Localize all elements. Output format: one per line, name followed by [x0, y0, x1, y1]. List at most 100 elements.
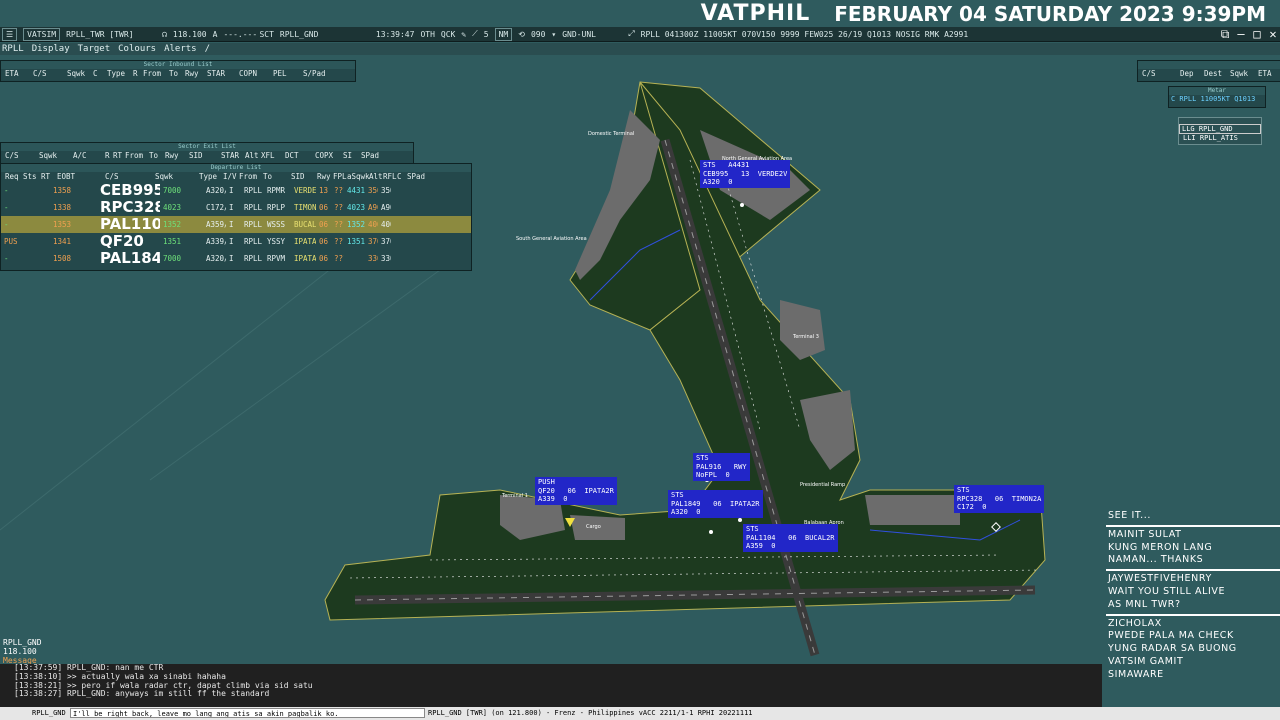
list-title[interactable]: Departure List	[1, 164, 471, 172]
cell-req[interactable]: PUSH	[1, 233, 18, 250]
cell-sts[interactable]	[18, 250, 35, 267]
col[interactable]: From	[235, 172, 259, 182]
cell-iv[interactable]: I	[226, 216, 241, 233]
ruler-icon[interactable]: ⟋	[472, 29, 478, 39]
col[interactable]: C	[89, 69, 103, 79]
col[interactable]: Rwy	[161, 151, 185, 161]
col[interactable]: EOBT	[53, 172, 101, 182]
vatsim-icon[interactable]: VATSIM	[23, 27, 61, 41]
cell-to[interactable]: RPLP	[264, 199, 291, 216]
col[interactable]: C/S	[1138, 69, 1176, 79]
window-icon[interactable]: ⧉	[1218, 28, 1232, 40]
col[interactable]: SID	[185, 151, 217, 161]
cell-req[interactable]: -	[1, 182, 18, 199]
col[interactable]: A/C	[69, 151, 101, 161]
departure-row[interactable]: -1353PAL11041352A359/HIRPLLWSSSBUCAL2R06…	[1, 216, 471, 233]
col[interactable]: SPad	[357, 151, 385, 161]
arrival-list[interactable]: C/S Dep Dest Sqwk ETA	[1137, 60, 1280, 82]
range-display[interactable]: 5	[484, 30, 489, 39]
col[interactable]: RFL	[379, 172, 397, 182]
departure-row[interactable]: - 1508PAL18497000A320/MIRPLLRPVMIPATA2R06…	[1, 250, 471, 267]
cell-eobt[interactable]: 1508	[50, 250, 97, 267]
cell-from[interactable]: RPLL	[241, 216, 264, 233]
col[interactable]: Dep	[1176, 69, 1200, 79]
cell-asqwk[interactable]: 4431	[344, 182, 365, 199]
sct-icon[interactable]: SCT	[259, 30, 273, 39]
col[interactable]: Type	[103, 69, 129, 79]
cell-req[interactable]: -	[1, 216, 18, 233]
col[interactable]: Sqwk	[63, 69, 89, 79]
col[interactable]: SI	[339, 151, 357, 161]
sct-position[interactable]: RPLL_GND	[280, 30, 370, 39]
col[interactable]: SID	[287, 172, 313, 182]
cell-blank[interactable]	[400, 216, 423, 233]
tag-pal1104[interactable]: STS PAL1104 06 BUCAL2R A359 0	[743, 524, 838, 552]
cell-asqwk[interactable]: 1352	[344, 216, 365, 233]
pencil-icon[interactable]: ✎	[461, 30, 466, 39]
atis-line-gnd[interactable]: LLG RPLL_GND	[1179, 124, 1261, 134]
departure-row[interactable]: -1338RPC3284023C172/LIRPLLRPLPTIMON2A06?…	[1, 199, 471, 216]
cell-sid[interactable]: VERDE2V	[291, 182, 316, 199]
cell-sid[interactable]: TIMON2A	[291, 199, 316, 216]
cell-sid[interactable]: IPATA2R	[291, 250, 316, 267]
departure-row[interactable]: - 1358CEB9957000A320/MIRPLLRPMRVERDE2V13?…	[1, 182, 471, 199]
cell-fpl[interactable]: ???	[331, 233, 344, 250]
atis-line-atis[interactable]: LLI RPLL_ATIS	[1179, 134, 1261, 142]
expand-icon[interactable]: ⤢	[628, 29, 634, 39]
aircraft-symbol[interactable]	[738, 518, 742, 522]
cell-iv[interactable]: I	[226, 250, 241, 267]
cell-rwy[interactable]: 13	[316, 182, 331, 199]
cell-sts[interactable]	[18, 182, 35, 199]
cell-cs[interactable]: PAL1849	[97, 250, 160, 267]
col[interactable]: R	[129, 69, 139, 79]
col[interactable]: Alt	[365, 172, 383, 182]
cell-blank[interactable]	[391, 233, 400, 250]
col[interactable]: Alt	[241, 151, 259, 161]
cell-rfl[interactable]: 370	[378, 233, 391, 250]
col[interactable]: STAR	[203, 69, 235, 79]
heading-display[interactable]: 090	[531, 30, 545, 39]
col[interactable]: Sts	[19, 172, 37, 182]
atis-window[interactable]: LLG RPLL_GND LLI RPLL_ATIS	[1178, 117, 1262, 145]
cell-sts[interactable]	[18, 199, 35, 216]
col[interactable]: RT	[109, 151, 122, 161]
list-title[interactable]: Sector Exit List	[1, 143, 413, 151]
frequency-display[interactable]: 118.100	[173, 30, 207, 39]
col[interactable]: ETA	[1, 69, 29, 79]
cell-blank[interactable]	[391, 250, 400, 267]
tag-ceb995[interactable]: STS A4431 CEB995 13 VERDE2V A320 0	[700, 160, 791, 188]
position-label[interactable]: RPLL_TWR [TWR]	[66, 30, 156, 39]
cell-asqwk[interactable]: 1351	[344, 233, 365, 250]
col[interactable]: S/Pad	[299, 69, 333, 79]
cell-rfl[interactable]: 400	[378, 216, 391, 233]
cell-sqwk[interactable]: 1351	[160, 233, 203, 250]
cell-iv[interactable]: I	[226, 233, 241, 250]
cell-alt[interactable]: A90	[365, 199, 378, 216]
cell-type[interactable]: A339/H	[203, 233, 226, 250]
maximize-icon[interactable]: □	[1250, 28, 1264, 40]
col[interactable]: C	[393, 172, 403, 182]
list-title[interactable]: Metar	[1169, 87, 1265, 95]
tag-rpc328[interactable]: STS RPC328 06 TIMON2A C172 0	[954, 485, 1045, 513]
aircraft-symbol[interactable]	[709, 530, 713, 534]
cell-asqwk[interactable]	[344, 250, 365, 267]
headset-icon[interactable]: ☊	[162, 30, 167, 39]
rotate-icon[interactable]: ⟲	[518, 30, 525, 39]
cell-iv[interactable]: I	[226, 182, 241, 199]
cell-cs[interactable]: PAL1104	[97, 216, 160, 233]
cell-iv[interactable]: I	[226, 199, 241, 216]
cell-type[interactable]: A320/M	[203, 182, 226, 199]
col[interactable]: Dest	[1200, 69, 1226, 79]
cell-sid[interactable]: BUCAL2R	[291, 216, 316, 233]
cell-eobt[interactable]: 1353	[50, 216, 97, 233]
cell-rfl[interactable]: 330	[378, 250, 391, 267]
col[interactable]: PEL	[269, 69, 299, 79]
cell-eobt[interactable]: 1358	[50, 182, 97, 199]
cell-fpl[interactable]: ???	[331, 182, 344, 199]
col[interactable]: XFL	[257, 151, 281, 161]
menu-display[interactable]: Display	[32, 43, 70, 55]
col[interactable]: FPL	[329, 172, 347, 182]
departure-row[interactable]: PUSH1341QF201351A339/HIRPLLYSSYIPATA2R06…	[1, 233, 471, 250]
cell-sts[interactable]	[18, 216, 35, 233]
message-area[interactable]: [13:37:59] RPLL_GND: nan me CTR [13:38:1…	[0, 663, 1102, 708]
